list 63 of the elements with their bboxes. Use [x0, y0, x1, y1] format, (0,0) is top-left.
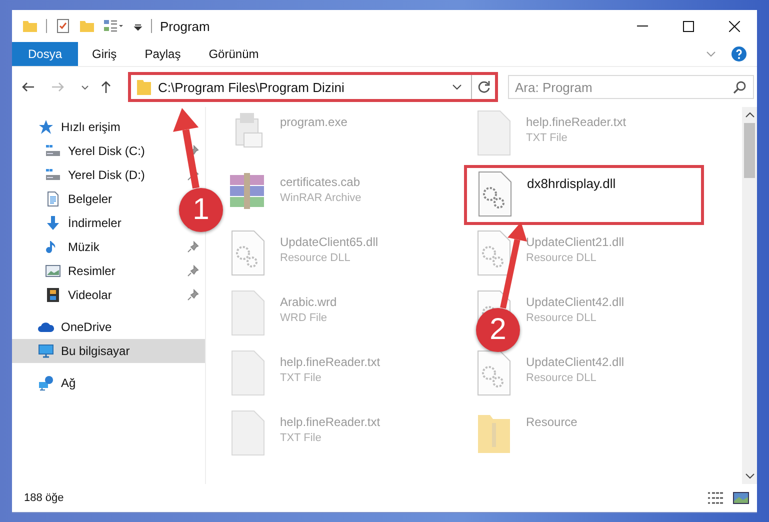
star-icon	[38, 119, 54, 135]
drive-icon	[45, 167, 61, 183]
file-type: Resource DLL	[526, 312, 596, 324]
sidebar-item[interactable]: OneDrive	[12, 315, 120, 339]
file-type: Resource DLL	[526, 252, 596, 264]
file-name: Arabic.wrd	[280, 295, 337, 309]
file-type: TXT File	[280, 372, 322, 384]
scrollbar-thumb[interactable]	[744, 123, 755, 178]
file-type: WRD File	[280, 312, 328, 324]
sidebar-item[interactable]: Müzik	[12, 235, 108, 259]
help-icon[interactable]	[731, 46, 747, 62]
file-name: UpdateClient21.dll	[526, 235, 624, 249]
film-icon	[45, 287, 61, 303]
file-type: Resource DLL	[280, 252, 350, 264]
large-icons-view-icon[interactable]	[733, 491, 749, 505]
file-name: program.exe	[280, 115, 348, 129]
maximize-icon	[682, 20, 694, 32]
monitor-icon	[38, 343, 54, 359]
minimize-icon	[636, 25, 648, 27]
file-type: TXT File	[280, 432, 322, 444]
sidebar-item[interactable]: Yerel Disk (C:)	[12, 139, 153, 163]
sidebar-item[interactable]: Belgeler	[12, 187, 120, 211]
window-title: Program	[160, 18, 210, 34]
properties-icon[interactable]	[103, 18, 125, 34]
sidebar-item[interactable]: Resimler	[12, 259, 124, 283]
ribbon-tab[interactable]: Paylaş	[130, 42, 195, 66]
sidebar-item[interactable]: İndirmeler	[12, 211, 130, 235]
file-name: help.fineReader.txt	[280, 355, 380, 369]
ribbon-tab[interactable]: Giriş	[78, 42, 131, 66]
document-icon	[45, 191, 61, 207]
ribbon-tab[interactable]: Dosya	[12, 42, 78, 66]
ribbon-tab[interactable]: Görünüm	[194, 42, 273, 66]
drive-icon	[45, 143, 61, 159]
file-name: help.fineReader.txt	[526, 115, 626, 129]
file-type: TXT File	[526, 132, 568, 144]
picture-icon	[45, 263, 61, 279]
details-view-icon[interactable]	[707, 491, 725, 505]
file-name: Resource	[526, 415, 578, 429]
highlighted-file-item[interactable]: dx8hrdisplay.dll	[464, 165, 704, 225]
file-type: Resource DLL	[526, 372, 596, 384]
item-count: 188 öğe	[24, 492, 64, 504]
sidebar-item[interactable]: Videolar	[12, 283, 120, 307]
file-name: help.fineReader.txt	[280, 415, 380, 429]
chevron-up-icon[interactable]	[744, 111, 754, 119]
file-name: UpdateClient65.dll	[280, 235, 378, 249]
close-icon	[728, 20, 740, 32]
checklist-icon[interactable]	[55, 18, 71, 34]
file-type: WinRAR Archive	[280, 192, 362, 204]
file-name: certificates.cab	[280, 175, 360, 189]
sidebar-item[interactable]: Bu bilgisayar	[12, 339, 205, 363]
file-name: UpdateClient42.dll	[526, 295, 624, 309]
scrollbar[interactable]	[742, 107, 757, 484]
chevron-down-icon[interactable]	[744, 472, 754, 480]
sidebar-item[interactable]: Hızlı erişim	[12, 115, 128, 139]
sidebar-item[interactable]: Yerel Disk (D:)	[12, 163, 153, 187]
file-name: UpdateClient42.dll	[526, 355, 624, 369]
file-name: dx8hrdisplay.dll	[527, 176, 616, 191]
folder-icon	[136, 78, 152, 96]
address-bar[interactable]: C:\Program Files\Program Dizini	[128, 72, 498, 102]
sidebar-item[interactable]: Ağ	[12, 371, 84, 395]
down-arrow-icon	[45, 215, 61, 231]
network-icon	[38, 375, 54, 391]
refresh-icon	[476, 80, 490, 94]
